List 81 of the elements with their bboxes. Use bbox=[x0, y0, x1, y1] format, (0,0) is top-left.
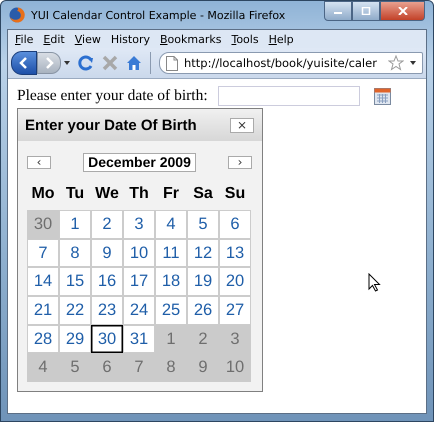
weekday-header: Fr bbox=[162, 184, 180, 204]
weekday-header: Th bbox=[128, 184, 150, 204]
weekday-header: We bbox=[94, 184, 120, 204]
weekday-header: Tu bbox=[64, 184, 86, 204]
day-cell[interactable]: 23 bbox=[91, 296, 123, 325]
day-cell[interactable]: 14 bbox=[27, 267, 59, 296]
popup-title: Enter your Date Of Birth bbox=[25, 116, 197, 134]
month-title: December 2009 bbox=[83, 152, 196, 172]
day-cell: 4 bbox=[27, 353, 59, 382]
menu-item[interactable]: File bbox=[10, 32, 38, 46]
day-cell[interactable]: 10 bbox=[123, 238, 155, 268]
day-cell[interactable]: 8 bbox=[59, 238, 91, 268]
minimize-button[interactable] bbox=[324, 1, 352, 21]
star-icon[interactable] bbox=[388, 55, 404, 71]
address-bar[interactable]: http://localhost/book/yuisite/caler bbox=[159, 52, 423, 74]
dropdown-arrow-icon[interactable] bbox=[410, 61, 416, 65]
day-cell[interactable]: 16 bbox=[91, 267, 123, 296]
day-cell[interactable]: 2 bbox=[91, 210, 123, 239]
day-cell: 7 bbox=[123, 353, 155, 382]
day-cell[interactable]: 15 bbox=[59, 267, 91, 296]
day-cell[interactable]: 21 bbox=[27, 296, 59, 325]
day-cell[interactable]: 31 bbox=[123, 324, 155, 354]
day-cell[interactable]: 26 bbox=[187, 296, 219, 325]
back-button[interactable] bbox=[11, 51, 37, 75]
day-cell[interactable]: 28 bbox=[27, 324, 59, 354]
day-cell[interactable]: 4 bbox=[155, 210, 187, 239]
url-text: http://localhost/book/yuisite/caler bbox=[184, 56, 378, 70]
day-cell[interactable]: 18 bbox=[155, 267, 187, 296]
maximize-button[interactable] bbox=[352, 1, 380, 21]
day-cell[interactable]: 27 bbox=[219, 296, 251, 325]
day-cell[interactable]: 5 bbox=[187, 210, 219, 239]
weekday-header: Mo bbox=[30, 184, 56, 204]
close-button[interactable]: × bbox=[230, 118, 254, 132]
day-cell[interactable]: 1 bbox=[59, 210, 91, 239]
day-cell: 1 bbox=[155, 324, 187, 354]
weekday-header: Su bbox=[224, 184, 246, 204]
close-button[interactable] bbox=[380, 1, 425, 21]
field-label: Please enter your date of birth: bbox=[17, 87, 208, 105]
day-cell: 30 bbox=[27, 210, 59, 239]
day-cell: 8 bbox=[155, 353, 187, 382]
weekday-header: Sa bbox=[192, 184, 214, 204]
page-icon bbox=[166, 56, 178, 70]
day-cell[interactable]: 29 bbox=[59, 324, 91, 354]
day-cell[interactable]: 20 bbox=[219, 267, 251, 296]
day-cell[interactable]: 19 bbox=[187, 267, 219, 296]
day-cell: 2 bbox=[187, 324, 219, 354]
mouse-cursor-icon bbox=[368, 273, 381, 292]
menu-item[interactable]: Edit bbox=[38, 32, 70, 46]
menu-item[interactable]: Bookmarks bbox=[155, 32, 226, 46]
menu-item[interactable]: Help bbox=[264, 32, 299, 46]
day-cell[interactable]: 6 bbox=[219, 210, 251, 239]
date-input-field[interactable] bbox=[218, 86, 360, 106]
day-cell[interactable]: 13 bbox=[219, 238, 251, 268]
menu-item[interactable]: History bbox=[106, 32, 155, 46]
day-cell[interactable]: 12 bbox=[187, 238, 219, 268]
window-title: YUI Calendar Control Example - Mozilla Firefox bbox=[31, 8, 286, 22]
day-cell[interactable]: 17 bbox=[123, 267, 155, 296]
day-cell: 9 bbox=[187, 353, 219, 382]
menu-item[interactable]: Tools bbox=[226, 32, 264, 46]
day-cell[interactable]: 11 bbox=[155, 238, 187, 268]
day-cell[interactable]: 7 bbox=[27, 238, 59, 268]
day-cell: 10 bbox=[219, 353, 251, 382]
day-cell: 3 bbox=[219, 324, 251, 354]
day-cell[interactable]: 30 bbox=[91, 324, 123, 354]
previous-month-button[interactable]: ‹ bbox=[27, 156, 51, 168]
calendar-icon[interactable] bbox=[374, 88, 391, 104]
home-icon[interactable] bbox=[126, 55, 142, 71]
menu-item[interactable]: View bbox=[70, 32, 106, 46]
maximize-icon bbox=[361, 7, 371, 15]
dropdown-arrow-icon[interactable] bbox=[64, 61, 70, 65]
day-cell[interactable]: 22 bbox=[59, 296, 91, 325]
day-cell[interactable]: 24 bbox=[123, 296, 155, 325]
next-month-button[interactable]: › bbox=[228, 156, 252, 168]
close-icon bbox=[398, 7, 408, 15]
day-cell[interactable]: 25 bbox=[155, 296, 187, 325]
day-cell[interactable]: 9 bbox=[91, 238, 123, 268]
globe-icon bbox=[9, 7, 25, 23]
reload-icon[interactable] bbox=[78, 55, 94, 71]
day-cell: 5 bbox=[59, 353, 91, 382]
day-cell[interactable]: 3 bbox=[123, 210, 155, 239]
day-cell: 6 bbox=[91, 353, 123, 382]
